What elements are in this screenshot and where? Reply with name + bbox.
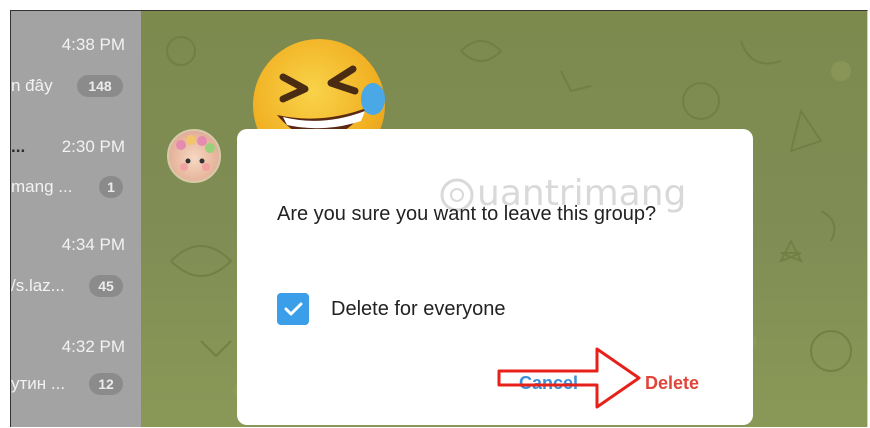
chat-time: 4:38 PM (61, 35, 125, 54)
delete-for-everyone-label[interactable]: Delete for everyone (331, 298, 506, 321)
chat-title: ... (11, 137, 26, 156)
chat-list-item[interactable]: 4:38 PM n đây 148 (11, 11, 141, 111)
chat-list-item[interactable]: 4:32 PM утин ... 12 (11, 311, 141, 411)
chat-preview: mang ... (11, 177, 73, 196)
delete-button[interactable]: Delete (645, 373, 699, 394)
leave-group-dialog: uantrimang Are you sure you want to leav… (237, 129, 753, 425)
dialog-message: Are you sure you want to leave this grou… (277, 203, 657, 225)
unread-badge: 45 (89, 275, 123, 297)
chat-time: 2:30 PM (61, 137, 125, 156)
delete-for-everyone-checkbox[interactable] (277, 293, 309, 325)
telegram-window: 4:38 PM n đây 148 ... 2:30 PM mang ... 1… (10, 10, 868, 427)
chat-time: 4:34 PM (61, 235, 125, 254)
annotation-arrow-icon (497, 347, 641, 409)
avatar[interactable] (167, 129, 221, 183)
checkmark-icon (284, 302, 303, 316)
unread-badge: 1 (99, 176, 123, 198)
unread-badge: 148 (77, 75, 123, 97)
unread-badge: 12 (89, 373, 123, 395)
chat-list-item[interactable]: ... 2:30 PM mang ... 1 (11, 111, 141, 211)
chat-preview: /s.laz... (11, 276, 65, 295)
chat-preview: утин ... (11, 374, 66, 393)
chat-list: 4:38 PM n đây 148 ... 2:30 PM mang ... 1… (11, 11, 141, 427)
chat-list-item[interactable]: 4:34 PM /s.laz... 45 (11, 211, 141, 311)
chat-preview: n đây (11, 76, 53, 95)
chat-time: 4:32 PM (61, 337, 125, 356)
